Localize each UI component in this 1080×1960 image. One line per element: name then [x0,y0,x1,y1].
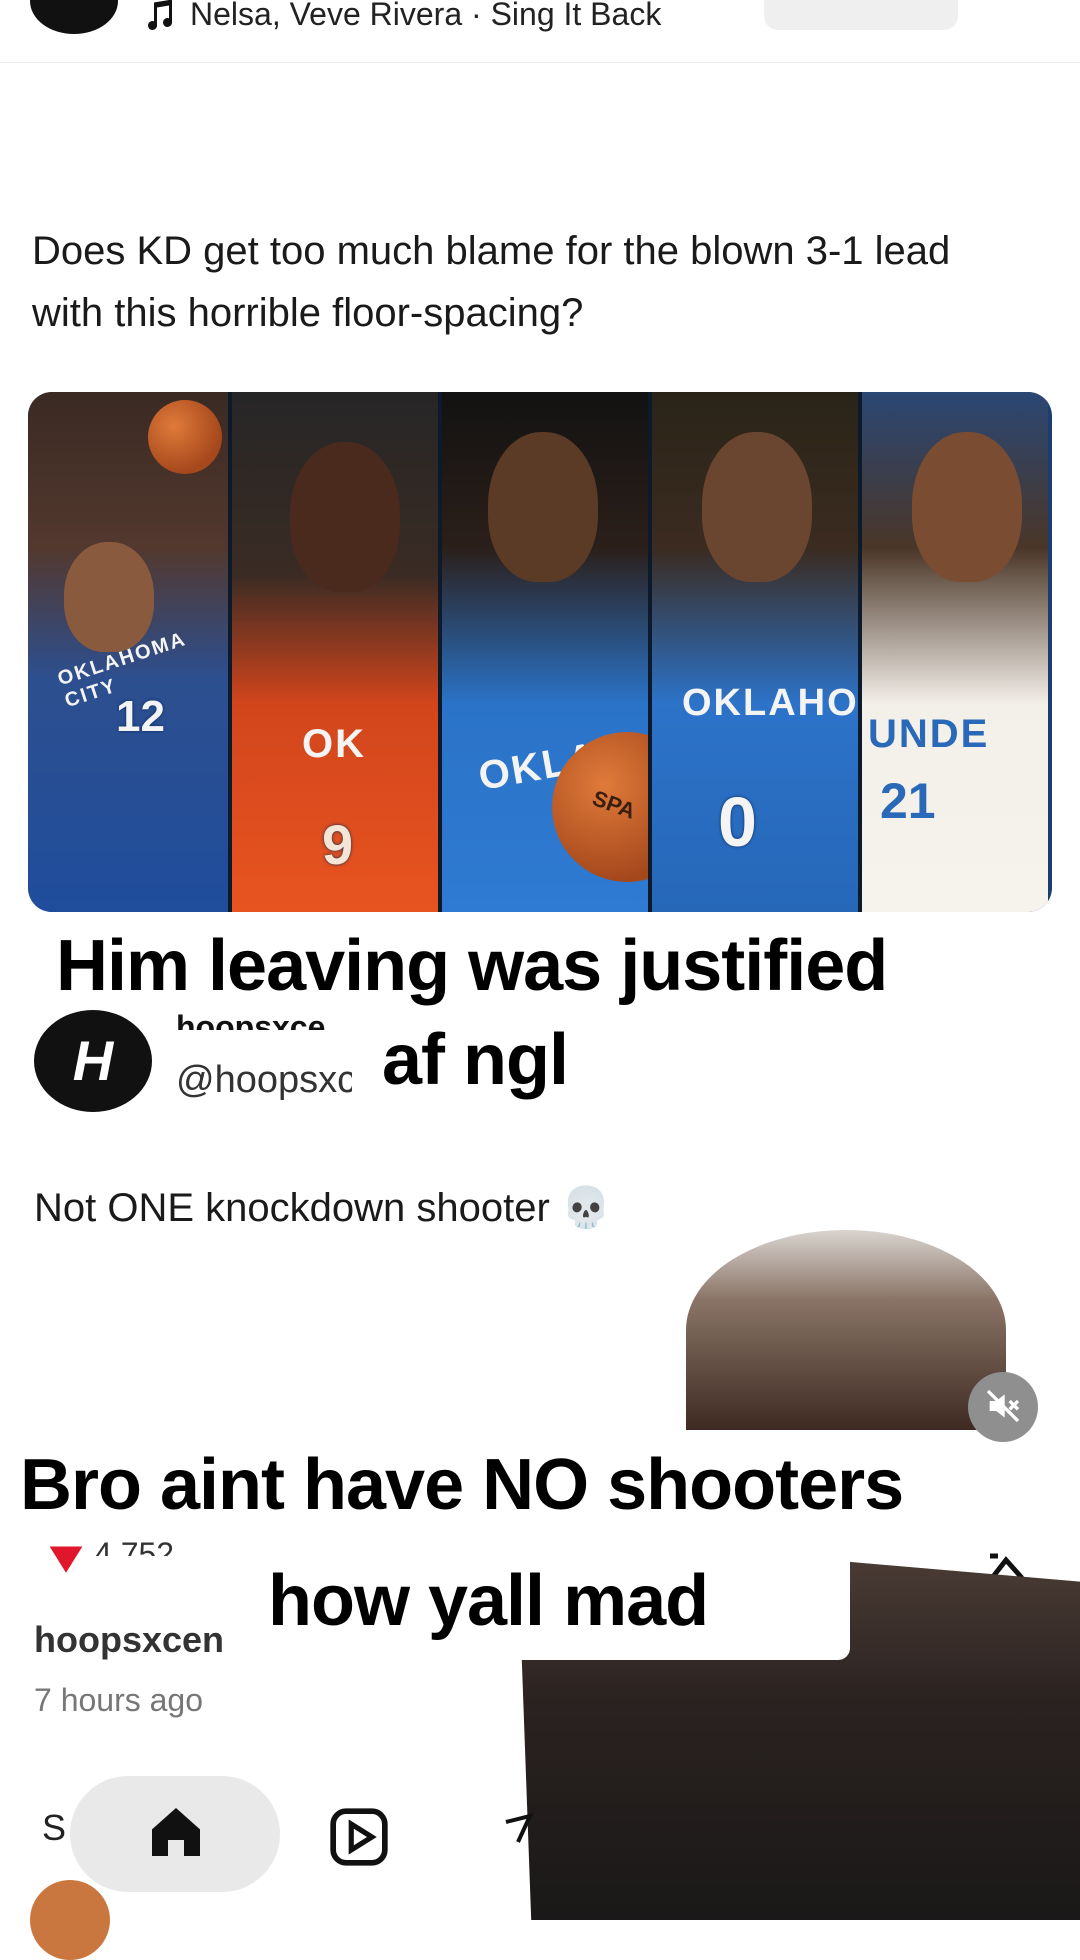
like-count: 4,752 [94,1538,175,1556]
reels-icon[interactable] [328,1806,390,1868]
player-panel: OK 9 [232,392,442,912]
send-icon[interactable] [504,1812,534,1852]
player-collage-image: OKLAHOMA CITY 12 OK 9 OKLAH SPA OKLAHO 0… [28,392,1052,912]
quoted-account-name[interactable]: hoopsxce [176,1008,354,1030]
overlay-caption-line: Bro aint have NO shooters [20,1445,904,1525]
muted-speaker-icon [986,1389,1020,1422]
music-note-icon [148,0,173,30]
follow-button[interactable] [764,0,958,30]
quoted-post-body: Not ONE knockdown shooter [34,1186,550,1230]
overlay-caption-line: how yall mad [268,1561,709,1641]
jersey-text: UNDE [868,712,990,756]
account-logo: H [72,1029,114,1092]
player-panel: UNDE 21 [862,392,1048,912]
partial-nav-text: S [42,1807,67,1848]
player-panel: OKLAH SPA [442,392,652,912]
overlay-caption-line: Him leaving was justified [56,926,888,1006]
jersey-number: 9 [322,813,354,876]
overlay-caption-line: af ngl [382,1020,569,1100]
creator-video-head [686,1230,1006,1430]
jersey-text: OK [302,722,366,766]
jersey-text: OKLAHO [682,682,859,724]
post-author-name[interactable]: hoopsxcen [34,1618,224,1662]
quoted-account-handle[interactable]: @hoopsxce [176,1058,352,1102]
post-question-text: Does KD get too much blame for the blown… [32,229,951,335]
player-panel: OKLAHO 0 [652,392,862,912]
music-track-label[interactable]: Nelsa, Veve Rivera · Sing It Back [190,0,661,36]
menu-icon[interactable] [990,0,1030,8]
mute-button[interactable] [968,1372,1038,1442]
post-timestamp: 7 hours ago [34,1682,204,1718]
profile-avatar[interactable] [30,1880,110,1960]
quoted-account-avatar[interactable]: H [34,1010,152,1112]
jersey-number: 0 [718,783,757,861]
skull-emoji: 💀 [560,1186,611,1230]
player-panel: OKLAHOMA CITY 12 [28,392,232,912]
jersey-number: 12 [116,692,165,741]
quoted-post-text: Not ONE knockdown shooter 💀 [34,1182,611,1234]
jersey-number: 21 [880,773,936,829]
heart-icon[interactable] [46,1540,86,1576]
home-icon[interactable] [144,1800,208,1864]
